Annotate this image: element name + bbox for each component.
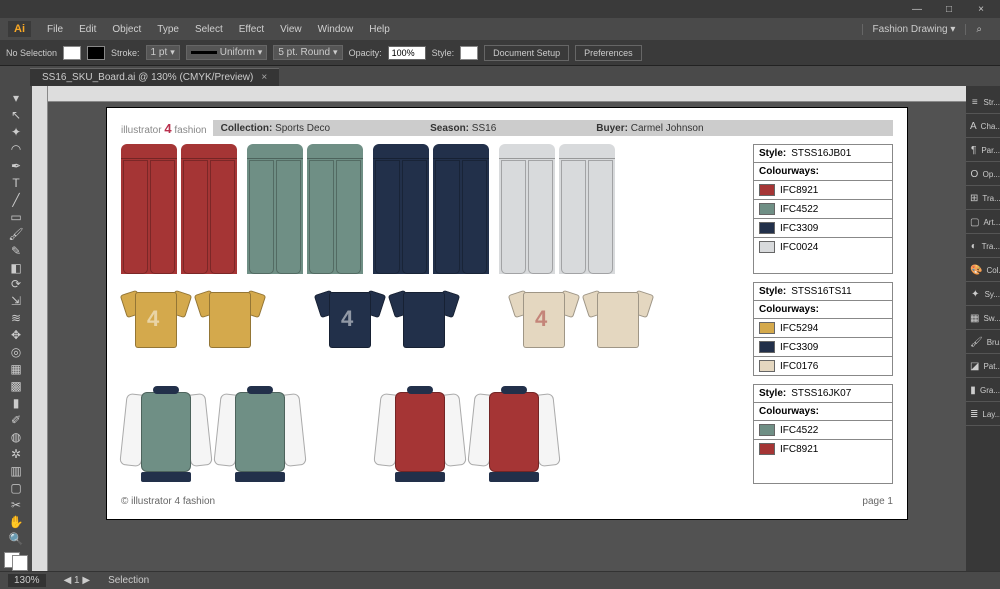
selection-tool[interactable]: ▾ bbox=[5, 90, 27, 106]
menu-effect[interactable]: Effect bbox=[231, 24, 272, 35]
tee-colourways: 4 4 4 bbox=[121, 282, 743, 376]
paintbrush-tool[interactable]: 🖌 bbox=[5, 226, 27, 242]
style-card-3: Style: STSS16JK07 Colourways: IFC4522 IF… bbox=[753, 384, 893, 484]
menu-view[interactable]: View bbox=[272, 24, 310, 35]
panel-stroke[interactable]: ≡Str... bbox=[966, 92, 1000, 114]
panel-swatches[interactable]: ▦Sw... bbox=[966, 308, 1000, 330]
panel-dock: ≡Str... ACha... ¶Par... OOp... ⊞Tra... ▢… bbox=[966, 86, 1000, 571]
style-label: Style: bbox=[432, 48, 455, 58]
panel-paragraph[interactable]: ¶Par... bbox=[966, 140, 1000, 162]
window-titlebar: — □ × bbox=[0, 0, 1000, 18]
window-minimize[interactable]: — bbox=[902, 2, 932, 17]
menu-type[interactable]: Type bbox=[149, 24, 187, 35]
direct-selection-tool[interactable]: ↖ bbox=[5, 107, 27, 123]
menu-select[interactable]: Select bbox=[187, 24, 231, 35]
menu-object[interactable]: Object bbox=[104, 24, 149, 35]
stroke-weight[interactable]: 1 pt ▾ bbox=[146, 45, 180, 60]
panel-brushes[interactable]: 🖌Bru... bbox=[966, 332, 1000, 354]
stroke-profile[interactable]: Uniform ▾ bbox=[186, 45, 268, 60]
menu-help[interactable]: Help bbox=[361, 24, 398, 35]
preferences-button[interactable]: Preferences bbox=[575, 45, 642, 61]
canvas[interactable]: illustrator 4 fashion Collection: Sports… bbox=[48, 102, 966, 571]
menu-window[interactable]: Window bbox=[310, 24, 362, 35]
blend-tool[interactable]: ◍ bbox=[5, 429, 27, 445]
fill-stroke-swap[interactable] bbox=[4, 552, 28, 571]
perspective-tool[interactable]: ▦ bbox=[5, 361, 27, 377]
style-card-2: Style: STSS16TS11 Colourways: IFC5294 IF… bbox=[753, 282, 893, 376]
panel-transparency[interactable]: ◐Tra... bbox=[966, 236, 1000, 258]
menu-bar: Ai File Edit Object Type Select Effect V… bbox=[0, 18, 1000, 40]
document-setup-button[interactable]: Document Setup bbox=[484, 45, 569, 61]
workspace-switcher[interactable]: Fashion Drawing ▾ bbox=[862, 24, 966, 35]
document-tab[interactable]: SS16_SKU_Board.ai @ 130% (CMYK/Preview)× bbox=[30, 68, 279, 86]
window-close[interactable]: × bbox=[966, 2, 996, 17]
status-bar: 130% ◀ 1 ▶ Selection bbox=[0, 571, 1000, 589]
page-footer: © illustrator 4 fashionpage 1 bbox=[121, 492, 893, 507]
eraser-tool[interactable]: ◧ bbox=[5, 260, 27, 276]
artboard-tool[interactable]: ▢ bbox=[5, 480, 27, 496]
lasso-tool[interactable]: ◠ bbox=[5, 141, 27, 157]
zoom-tool[interactable]: 🔍 bbox=[5, 531, 27, 547]
magic-wand-tool[interactable]: ✦ bbox=[5, 124, 27, 140]
app-logo: Ai bbox=[8, 21, 31, 37]
graphic-style[interactable] bbox=[460, 46, 478, 60]
type-tool[interactable]: T bbox=[5, 175, 27, 191]
panel-character[interactable]: ACha... bbox=[966, 116, 1000, 138]
panel-opentype[interactable]: OOp... bbox=[966, 164, 1000, 186]
slice-tool[interactable]: ✂ bbox=[5, 497, 27, 513]
scale-tool[interactable]: ⇲ bbox=[5, 293, 27, 309]
panel-pathfinder[interactable]: ◪Pat... bbox=[966, 356, 1000, 378]
zoom-level[interactable]: 130% bbox=[8, 574, 46, 587]
stroke-label: Stroke: bbox=[111, 48, 140, 58]
shape-builder-tool[interactable]: ◎ bbox=[5, 344, 27, 360]
selection-status: No Selection bbox=[6, 48, 57, 58]
pen-tool[interactable]: ✒ bbox=[5, 158, 27, 174]
pants-colourways bbox=[121, 144, 743, 274]
fill-swatch[interactable] bbox=[63, 46, 81, 60]
style-card-1: Style: STSS16JB01 Colourways: IFC8921 IF… bbox=[753, 144, 893, 274]
artboard: illustrator 4 fashion Collection: Sports… bbox=[107, 108, 907, 519]
menu-edit[interactable]: Edit bbox=[71, 24, 104, 35]
rectangle-tool[interactable]: ▭ bbox=[5, 209, 27, 225]
menu-file[interactable]: File bbox=[39, 24, 71, 35]
opacity-input[interactable] bbox=[388, 46, 426, 60]
toolbox: ▾ ↖ ✦ ◠ ✒ T ╱ ▭ 🖌 ✎ ◧ ⟳ ⇲ ≋ ✥ ◎ ▦ ▩ ▮ ✐ … bbox=[0, 86, 32, 571]
opacity-label: Opacity: bbox=[349, 48, 382, 58]
document-tabs: SS16_SKU_Board.ai @ 130% (CMYK/Preview)× bbox=[0, 66, 1000, 86]
line-tool[interactable]: ╱ bbox=[5, 192, 27, 208]
brand-logo: illustrator 4 fashion bbox=[121, 121, 207, 136]
status-mode: Selection bbox=[108, 575, 149, 586]
header-info: Collection: Sports Deco Season: SS16 Buy… bbox=[213, 120, 893, 136]
width-tool[interactable]: ≋ bbox=[5, 310, 27, 326]
brush-def[interactable]: 5 pt. Round ▾ bbox=[273, 45, 342, 60]
artboard-nav[interactable]: ◀ 1 ▶ bbox=[64, 575, 91, 586]
free-transform-tool[interactable]: ✥ bbox=[5, 327, 27, 343]
search-icon[interactable]: ⌕ bbox=[965, 24, 992, 35]
panel-symbols[interactable]: ✦Sy... bbox=[966, 284, 1000, 306]
panel-color[interactable]: 🎨Col... bbox=[966, 260, 1000, 282]
graph-tool[interactable]: ▥ bbox=[5, 463, 27, 479]
hand-tool[interactable]: ✋ bbox=[5, 514, 27, 530]
jacket-colourways bbox=[121, 384, 743, 484]
ruler-vertical bbox=[32, 86, 48, 571]
panel-transform[interactable]: ⊞Tra... bbox=[966, 188, 1000, 210]
control-bar: No Selection Stroke: 1 pt ▾ Uniform ▾ 5 … bbox=[0, 40, 1000, 66]
panel-artboards[interactable]: ▢Art... bbox=[966, 212, 1000, 234]
gradient-tool[interactable]: ▮ bbox=[5, 395, 27, 411]
rotate-tool[interactable]: ⟳ bbox=[5, 276, 27, 292]
panel-gradient[interactable]: ▮Gra... bbox=[966, 380, 1000, 402]
stroke-swatch[interactable] bbox=[87, 46, 105, 60]
mesh-tool[interactable]: ▩ bbox=[5, 378, 27, 394]
panel-layers[interactable]: ≣Lay... bbox=[966, 404, 1000, 426]
ruler-horizontal bbox=[48, 86, 966, 102]
eyedropper-tool[interactable]: ✐ bbox=[5, 412, 27, 428]
window-maximize[interactable]: □ bbox=[934, 2, 964, 17]
pencil-tool[interactable]: ✎ bbox=[5, 243, 27, 259]
symbol-sprayer-tool[interactable]: ✲ bbox=[5, 446, 27, 462]
close-tab-icon[interactable]: × bbox=[261, 72, 267, 83]
